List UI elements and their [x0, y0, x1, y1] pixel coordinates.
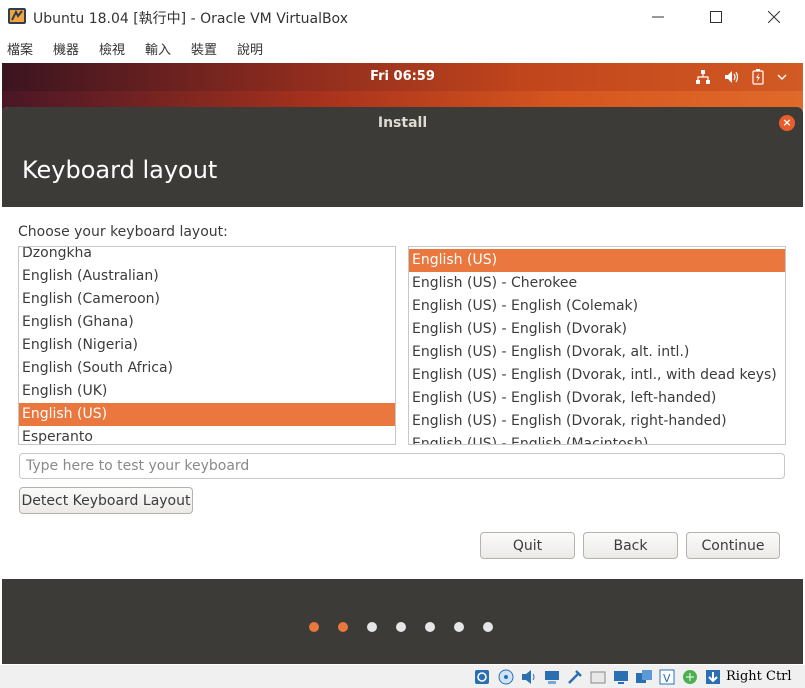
hard-disk-icon[interactable] [473, 668, 491, 686]
maximize-button[interactable] [693, 0, 739, 34]
layout-list-item-selected[interactable]: English (US) [19, 403, 395, 426]
continue-button[interactable]: Continue [686, 532, 780, 559]
menu-input[interactable]: 輸入 [145, 39, 171, 58]
close-button[interactable] [751, 0, 797, 34]
layout-list-item[interactable]: English (South Africa) [19, 357, 395, 380]
layout-list-item[interactable]: English (Australian) [19, 265, 395, 288]
progress-dot-pending [454, 622, 464, 632]
network-adapter-icon[interactable] [543, 668, 561, 686]
variant-list-item[interactable]: English (US) - English (Dvorak, right-ha… [409, 410, 785, 433]
capture-icon[interactable] [635, 668, 653, 686]
variant-list-item[interactable]: English (US) - English (Dvorak, alt. int… [409, 341, 785, 364]
variant-list-item[interactable]: English (US) - English (Dvorak) [409, 318, 785, 341]
installer-close-icon[interactable]: × [779, 115, 795, 131]
clock[interactable]: Fri 06:59 [2, 69, 803, 84]
close-icon [768, 11, 780, 23]
ubuntu-top-bar: Fri 06:59 [2, 63, 803, 91]
variant-list-item-selected[interactable]: English (US) [409, 249, 785, 272]
vm-status-bar: V Right Ctrl [0, 665, 805, 688]
variant-list-item[interactable]: English (US) - English (Dvorak, left-han… [409, 387, 785, 410]
svg-text:V: V [663, 672, 671, 685]
layout-prompt: Choose your keyboard layout: [18, 224, 228, 240]
minimize-icon [652, 16, 664, 18]
variant-list-item[interactable]: English (US) - English (Colemak) [409, 295, 785, 318]
layout-list-item[interactable]: Esperanto [19, 426, 395, 444]
progress-dot-pending [367, 622, 377, 632]
variant-list-item[interactable]: English (US) - English (Dvorak, intl., w… [409, 364, 785, 387]
variant-list[interactable]: English (US) English (US) - Cherokee Eng… [408, 246, 786, 445]
usb-icon[interactable] [566, 668, 584, 686]
vm-screen: Fri 06:59 Install × Keyboard layout Choo… [2, 63, 803, 664]
menu-view[interactable]: 檢視 [99, 39, 125, 58]
cpu-icon[interactable] [681, 668, 699, 686]
host-key-label: Right Ctrl [726, 669, 792, 684]
layout-list-item[interactable]: English (Nigeria) [19, 334, 395, 357]
menu-bar: 檔案 機器 檢視 輸入 裝置 說明 [0, 36, 805, 62]
menu-file[interactable]: 檔案 [7, 39, 33, 58]
installer-header: Install × Keyboard layout [2, 107, 803, 207]
audio-icon[interactable] [520, 668, 538, 686]
network-icon[interactable] [695, 68, 711, 86]
layout-list-item[interactable]: English (Ghana) [19, 311, 395, 334]
progress-dot-complete [309, 622, 319, 632]
layout-list-item[interactable]: English (Cameroon) [19, 288, 395, 311]
installer-window-title: Install [377, 115, 428, 131]
back-button[interactable]: Back [583, 532, 678, 559]
progress-dot-pending [425, 622, 435, 632]
progress-dot-pending [396, 622, 406, 632]
layout-list-item[interactable]: Dzongkha [19, 247, 395, 265]
menu-machine[interactable]: 機器 [53, 39, 79, 58]
menu-devices[interactable]: 裝置 [191, 39, 217, 58]
volume-icon[interactable] [723, 68, 739, 86]
power-menu-icon[interactable] [777, 68, 787, 86]
optical-drive-icon[interactable] [497, 668, 515, 686]
installer-window: Install × Keyboard layout Choose your ke… [2, 107, 803, 664]
quit-button[interactable]: Quit [480, 532, 575, 559]
menu-help[interactable]: 說明 [237, 39, 263, 58]
window-titlebar: Ubuntu 18.04 [執行中] - Oracle VM VirtualBo… [0, 0, 805, 34]
display-icon[interactable] [612, 668, 630, 686]
variant-list-item[interactable]: English (US) - English (Macintosh) [409, 433, 785, 444]
maximize-icon [710, 11, 722, 23]
minimize-button[interactable] [635, 0, 681, 34]
detect-keyboard-layout-button[interactable]: Detect Keyboard Layout [19, 487, 193, 514]
virtualbox-app-icon [8, 8, 26, 24]
mouse-integration-icon[interactable] [704, 668, 722, 686]
layout-list[interactable]: Dzongkha English (Australian) English (C… [18, 246, 396, 445]
keyboard-test-input[interactable] [19, 453, 785, 479]
shared-folder-icon[interactable] [589, 668, 607, 686]
variant-list-item[interactable]: English (US) - Cherokee [409, 272, 785, 295]
progress-dot-pending [483, 622, 493, 632]
battery-icon[interactable] [752, 68, 764, 86]
page-title: Keyboard layout [22, 156, 218, 184]
window-title: Ubuntu 18.04 [執行中] - Oracle VM VirtualBo… [33, 11, 348, 27]
layout-list-item[interactable]: English (UK) [19, 380, 395, 403]
progress-dot-complete [338, 622, 348, 632]
recording-icon[interactable]: V [658, 668, 676, 686]
